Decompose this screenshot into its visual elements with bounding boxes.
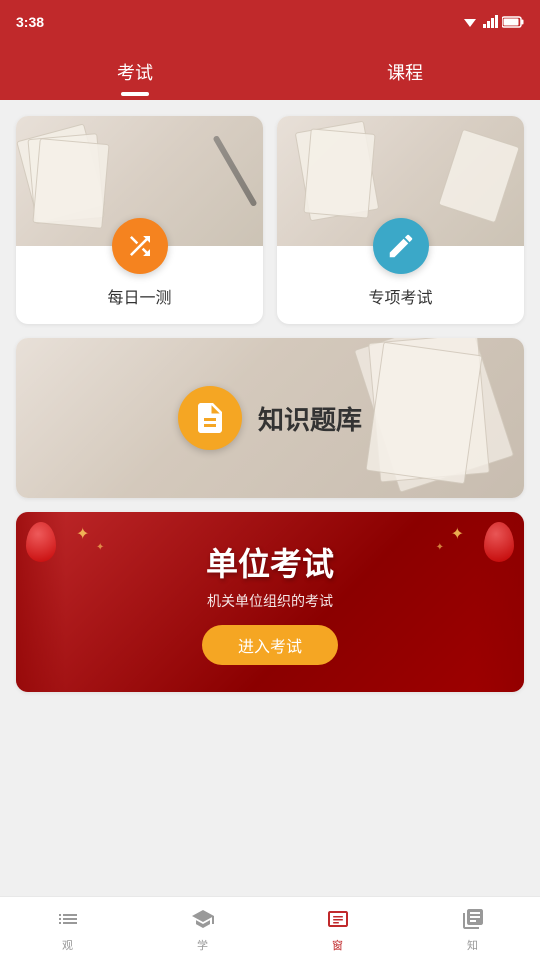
- nav-exam-center[interactable]: 窗: [270, 897, 405, 960]
- tab-exam[interactable]: 考试: [0, 44, 270, 100]
- star-deco-4: ✦: [436, 542, 444, 553]
- header-tabs: 考试 课程: [0, 44, 540, 100]
- card-unit-exam[interactable]: ✦ ✦ ✦ ✦ 单位考试 机关单位组织的考试 进入考试: [16, 512, 524, 692]
- tab-active-indicator: [121, 92, 149, 96]
- tab-exam-label: 考试: [117, 59, 153, 85]
- knowledge-nav-icon: [459, 905, 487, 933]
- knowledge-bg: 知识题库: [16, 338, 524, 498]
- card-knowledge-bank[interactable]: 知识题库: [16, 338, 524, 498]
- nav-overview[interactable]: 观: [0, 897, 135, 960]
- nav-exam-label: 窗: [332, 937, 343, 953]
- knowledge-content: 知识题库: [178, 386, 362, 450]
- paper-deco-3: [32, 138, 109, 229]
- star-deco-1: ✦: [76, 524, 89, 544]
- card-daily-test[interactable]: 每日一测: [16, 116, 263, 324]
- balloon-left-deco: [26, 522, 56, 562]
- nav-knowledge-label: 知: [467, 937, 478, 953]
- star-deco-3: ✦: [451, 524, 464, 544]
- signal-icon: [482, 15, 498, 29]
- wifi-icon: [462, 15, 478, 29]
- books-icon: [461, 907, 485, 931]
- status-icons: [462, 15, 524, 29]
- special-exam-title: 专项考试: [368, 284, 432, 308]
- main-content: 每日一测 专项考试: [0, 100, 540, 896]
- cards-row-top: 每日一测 专项考试: [16, 116, 524, 324]
- nav-learn[interactable]: 学: [135, 897, 270, 960]
- nav-overview-label: 观: [62, 937, 73, 953]
- unit-exam-subtitle: 机关单位组织的考试: [207, 591, 333, 611]
- time-display: 3:38: [16, 14, 44, 30]
- status-bar: 3:38: [0, 0, 540, 44]
- balloon-right-deco: [484, 522, 514, 562]
- paper-deco-5: [303, 128, 375, 218]
- knowledge-paper-3: [365, 342, 482, 485]
- unit-exam-title: 单位考试: [206, 539, 334, 585]
- card-special-exam[interactable]: 专项考试: [277, 116, 524, 324]
- star-deco-2: ✦: [96, 542, 104, 553]
- status-time: 3:38: [16, 14, 44, 30]
- special-icon-circle: [373, 218, 429, 274]
- battery-icon: [502, 16, 524, 28]
- graduation-icon: [191, 907, 215, 931]
- learn-icon: [189, 905, 217, 933]
- overview-list-icon: [56, 907, 80, 931]
- daily-test-title: 每日一测: [107, 284, 171, 308]
- tab-course-label: 课程: [387, 59, 423, 85]
- knowledge-title: 知识题库: [258, 400, 362, 437]
- nav-knowledge[interactable]: 知: [405, 897, 540, 960]
- exam-center-icon: [324, 905, 352, 933]
- edit-pen-icon: [386, 231, 416, 261]
- paper-deco-6: [438, 129, 520, 224]
- document-icon: [192, 400, 228, 436]
- nav-learn-label: 学: [197, 937, 208, 953]
- bottom-navigation: 观 学 窗 知: [0, 896, 540, 960]
- daily-icon-circle: [112, 218, 168, 274]
- pen-deco: [212, 135, 257, 207]
- exam-window-icon: [326, 907, 350, 931]
- enter-exam-button[interactable]: 进入考试: [202, 625, 338, 665]
- tab-course[interactable]: 课程: [270, 44, 540, 100]
- overview-icon: [54, 905, 82, 933]
- shuffle-icon: [125, 231, 155, 261]
- knowledge-icon-circle: [178, 386, 242, 450]
